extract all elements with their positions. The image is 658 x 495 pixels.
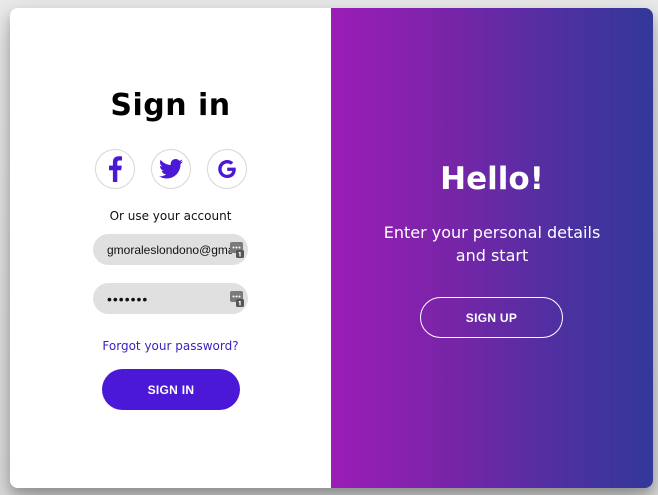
password-manager-icon[interactable] <box>230 291 244 307</box>
signup-panel: Hello! Enter your personal details and s… <box>331 8 653 488</box>
signup-button[interactable]: SIGN UP <box>420 297 563 338</box>
social-login-group <box>95 149 247 189</box>
signin-title: Sign in <box>110 88 231 123</box>
password-input[interactable] <box>93 283 248 314</box>
signin-panel: Sign in Or use your account gmoraleslond… <box>10 8 331 488</box>
google-icon <box>218 160 236 178</box>
facebook-icon <box>109 156 122 182</box>
email-field[interactable] <box>93 234 248 265</box>
page-background: Sign in Or use your account gmoraleslond… <box>0 0 658 495</box>
twitter-button[interactable] <box>151 149 191 189</box>
email-input[interactable] <box>93 234 248 265</box>
signin-button[interactable]: SIGN IN <box>102 369 240 410</box>
facebook-button[interactable] <box>95 149 135 189</box>
alt-login-text: Or use your account <box>109 209 232 223</box>
auth-card: Sign in Or use your account gmoraleslond… <box>10 8 653 488</box>
signup-subtitle: Enter your personal details and start <box>383 223 601 265</box>
password-manager-icon[interactable] <box>230 242 244 258</box>
signup-title: Hello! <box>440 161 544 197</box>
google-button[interactable] <box>207 149 247 189</box>
twitter-icon <box>159 159 183 179</box>
password-field[interactable] <box>93 283 248 314</box>
forgot-password-link[interactable]: Forgot your password? <box>10 339 331 353</box>
